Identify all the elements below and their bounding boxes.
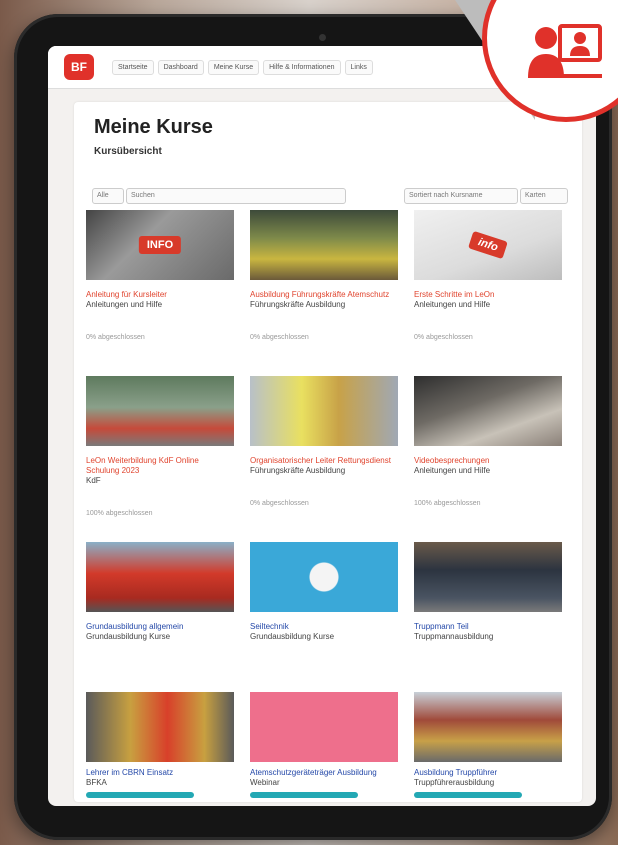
course-card[interactable]: Seiltechnik Grundausbildung Kurse — [250, 542, 398, 642]
nav-item-meine-kurse[interactable]: Meine Kurse — [207, 59, 260, 75]
course-progress: 100% abgeschlossen — [86, 510, 153, 517]
presenter-user-icon — [528, 24, 602, 78]
nav-item-hilfe[interactable]: Hilfe & Informationen — [263, 59, 341, 75]
course-card[interactable]: Atemschutzgeräteträger Ausbildung Webina… — [250, 692, 398, 798]
course-category: Führungskräfte Ausbildung — [250, 466, 346, 475]
course-card[interactable]: Truppmann Teil Truppmannausbildung — [414, 542, 562, 642]
course-image — [250, 210, 398, 280]
course-card[interactable]: Lehrer im CBRN Einsatz BFKA — [86, 692, 234, 798]
course-card[interactable]: info Erste Schritte im LeOn Anleitungen … — [414, 210, 562, 341]
view-dropdown[interactable]: Karten — [520, 188, 568, 204]
course-category: KdF — [86, 476, 101, 485]
course-title[interactable]: Erste Schritte im LeOn — [414, 290, 562, 300]
nav-item-links[interactable]: Links — [344, 59, 373, 75]
course-card[interactable]: Ausbildung Führungskräfte Atemschutz Füh… — [250, 210, 398, 341]
course-card[interactable]: Grundausbildung allgemein Grundausbildun… — [86, 542, 234, 642]
course-title[interactable]: Ausbildung Truppführer — [414, 768, 562, 778]
course-title[interactable]: Grundausbildung allgemein — [86, 622, 234, 632]
course-image — [86, 692, 234, 762]
course-category: Anleitungen und Hilfe — [414, 300, 491, 309]
course-card[interactable]: Organisatorischer Leiter Rettungsdienst … — [250, 376, 398, 507]
course-category: Truppmannausbildung — [414, 632, 494, 641]
course-overview-page: Meine Kurse Kursübersicht Alle Suchen So… — [74, 102, 582, 802]
course-card[interactable]: LeOn Weiterbildung KdF Online Schulung 2… — [86, 376, 234, 517]
course-image — [250, 376, 398, 446]
nav-item-startseite[interactable]: Startseite — [112, 59, 154, 75]
course-card[interactable]: INFO Anleitung für Kursleiter Anleitunge… — [86, 210, 234, 341]
fire-department-logo-icon[interactable]: BF — [64, 54, 94, 80]
course-image — [414, 376, 562, 446]
filter-bar: Alle Suchen Sortiert nach Kursname Karte… — [92, 188, 570, 204]
tablet-frame: BF Startseite Dashboard Meine Kurse Hilf… — [14, 14, 612, 840]
course-title[interactable]: Videobesprechungen — [414, 456, 562, 466]
course-category: Grundausbildung Kurse — [250, 632, 335, 641]
course-category: Anleitungen und Hilfe — [86, 300, 163, 309]
course-title[interactable]: Lehrer im CBRN Einsatz — [86, 768, 234, 778]
course-image: INFO — [86, 210, 234, 280]
course-image: info — [414, 210, 562, 280]
course-image — [250, 542, 398, 612]
course-category: BFKA — [86, 778, 107, 787]
course-image — [86, 542, 234, 612]
search-input[interactable]: Suchen — [126, 188, 346, 204]
course-image-label: INFO — [138, 236, 182, 254]
course-title[interactable]: Atemschutzgeräteträger Ausbildung — [250, 768, 398, 778]
nav-item-dashboard[interactable]: Dashboard — [157, 59, 204, 75]
course-progress-bar — [86, 792, 194, 798]
course-title[interactable]: LeOn Weiterbildung KdF Online Schulung 2… — [86, 456, 234, 476]
course-image-label: info — [468, 230, 508, 260]
page-title: Meine Kurse — [94, 116, 213, 138]
sort-dropdown[interactable]: Sortiert nach Kursname — [404, 188, 518, 204]
course-progress: 0% abgeschlossen — [250, 500, 309, 507]
course-image — [414, 542, 562, 612]
course-progress: 0% abgeschlossen — [250, 334, 309, 341]
tablet-screen: BF Startseite Dashboard Meine Kurse Hilf… — [48, 46, 596, 806]
course-title[interactable]: Seiltechnik — [250, 622, 398, 632]
course-title[interactable]: Organisatorischer Leiter Rettungsdienst — [250, 456, 398, 466]
course-progress: 0% abgeschlossen — [414, 334, 473, 341]
page-subtitle: Kursübersicht — [94, 146, 162, 157]
course-category: Truppführerausbildung — [414, 778, 495, 787]
course-image — [250, 692, 398, 762]
course-card[interactable]: Videobesprechungen Anleitungen und Hilfe… — [414, 376, 562, 507]
filter-all-dropdown[interactable]: Alle — [92, 188, 124, 204]
course-title[interactable]: Truppmann Teil — [414, 622, 562, 632]
course-category: Führungskräfte Ausbildung — [250, 300, 346, 309]
course-progress-bar — [250, 792, 358, 798]
course-title[interactable]: Ausbildung Führungskräfte Atemschutz — [250, 290, 398, 300]
course-category: Anleitungen und Hilfe — [414, 466, 491, 475]
course-progress-bar — [414, 792, 522, 798]
course-category: Grundausbildung Kurse — [86, 632, 171, 641]
presenter-badge — [440, 0, 618, 135]
course-image — [86, 376, 234, 446]
course-progress: 100% abgeschlossen — [414, 500, 481, 507]
camera-dot — [319, 34, 326, 41]
course-card[interactable]: Ausbildung Truppführer Truppführerausbil… — [414, 692, 562, 798]
course-category: Webinar — [250, 778, 280, 787]
course-progress: 0% abgeschlossen — [86, 334, 145, 341]
main-nav: Startseite Dashboard Meine Kurse Hilfe &… — [112, 59, 373, 75]
course-image — [414, 692, 562, 762]
course-title[interactable]: Anleitung für Kursleiter — [86, 290, 234, 300]
